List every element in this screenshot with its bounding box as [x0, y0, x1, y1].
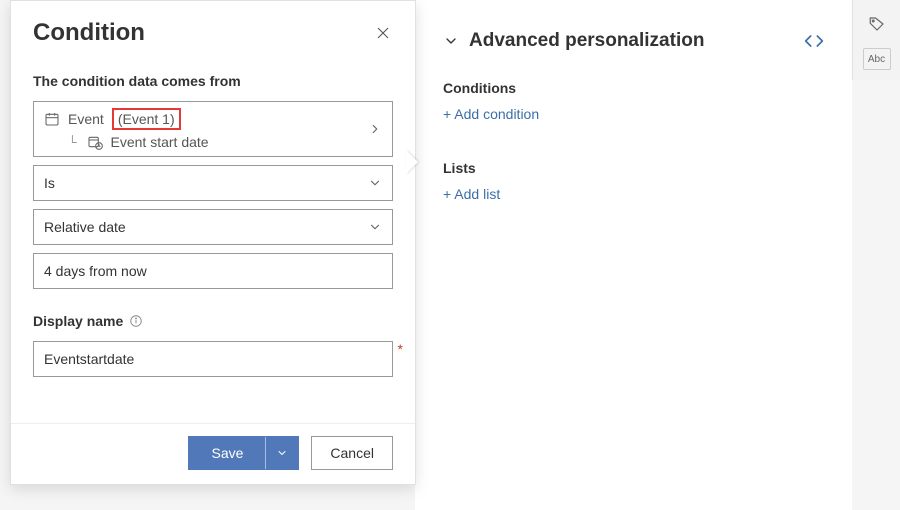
source-label: The condition data comes from	[33, 73, 393, 89]
source-entity-detail: (Event 1)	[112, 108, 181, 130]
value-input[interactable]: 4 days from now	[33, 253, 393, 289]
add-condition-link[interactable]: + Add condition	[443, 106, 539, 122]
source-entity-name: Event	[68, 111, 104, 127]
dialog-title: Condition	[33, 19, 145, 47]
chevron-down-icon[interactable]	[443, 33, 459, 49]
lists-section-label: Lists	[443, 160, 824, 176]
close-button[interactable]	[373, 23, 393, 43]
cancel-button[interactable]: Cancel	[311, 436, 393, 470]
tag-tool-button[interactable]	[857, 4, 897, 44]
add-list-link[interactable]: + Add list	[443, 186, 500, 202]
conditions-section-label: Conditions	[443, 80, 824, 96]
required-mark: *	[398, 341, 403, 357]
operator-select[interactable]: Is	[33, 165, 393, 201]
operator-value: Is	[44, 175, 55, 191]
advanced-personalization-panel: Advanced personalization Conditions + Ad…	[415, 0, 852, 510]
value-text: 4 days from now	[44, 263, 147, 279]
chevron-down-icon	[368, 176, 382, 190]
calendar-clock-icon	[87, 134, 103, 150]
tree-elbow-icon: └	[68, 135, 77, 149]
data-source-picker[interactable]: Event (Event 1) └ Event start date	[33, 101, 393, 157]
save-button-label: Save	[189, 437, 266, 469]
display-name-label: Display name	[33, 313, 393, 329]
source-attribute-name: Event start date	[111, 134, 209, 150]
panel-title: Advanced personalization	[469, 30, 704, 52]
calendar-icon	[44, 111, 60, 127]
chevron-right-icon	[368, 122, 382, 136]
save-split-button[interactable]: Save	[188, 436, 299, 470]
display-name-input[interactable]	[33, 341, 393, 377]
code-view-icon[interactable]	[804, 31, 824, 51]
info-icon[interactable]	[129, 314, 143, 328]
callout-arrow	[406, 150, 418, 174]
save-chevron-down-icon[interactable]	[266, 447, 298, 459]
abc-tool-button[interactable]: Abc	[863, 48, 891, 70]
right-toolbar: Abc	[852, 0, 900, 80]
value-type-value: Relative date	[44, 219, 126, 235]
value-type-select[interactable]: Relative date	[33, 209, 393, 245]
condition-dialog: Condition The condition data comes from …	[10, 0, 416, 485]
chevron-down-icon	[368, 220, 382, 234]
